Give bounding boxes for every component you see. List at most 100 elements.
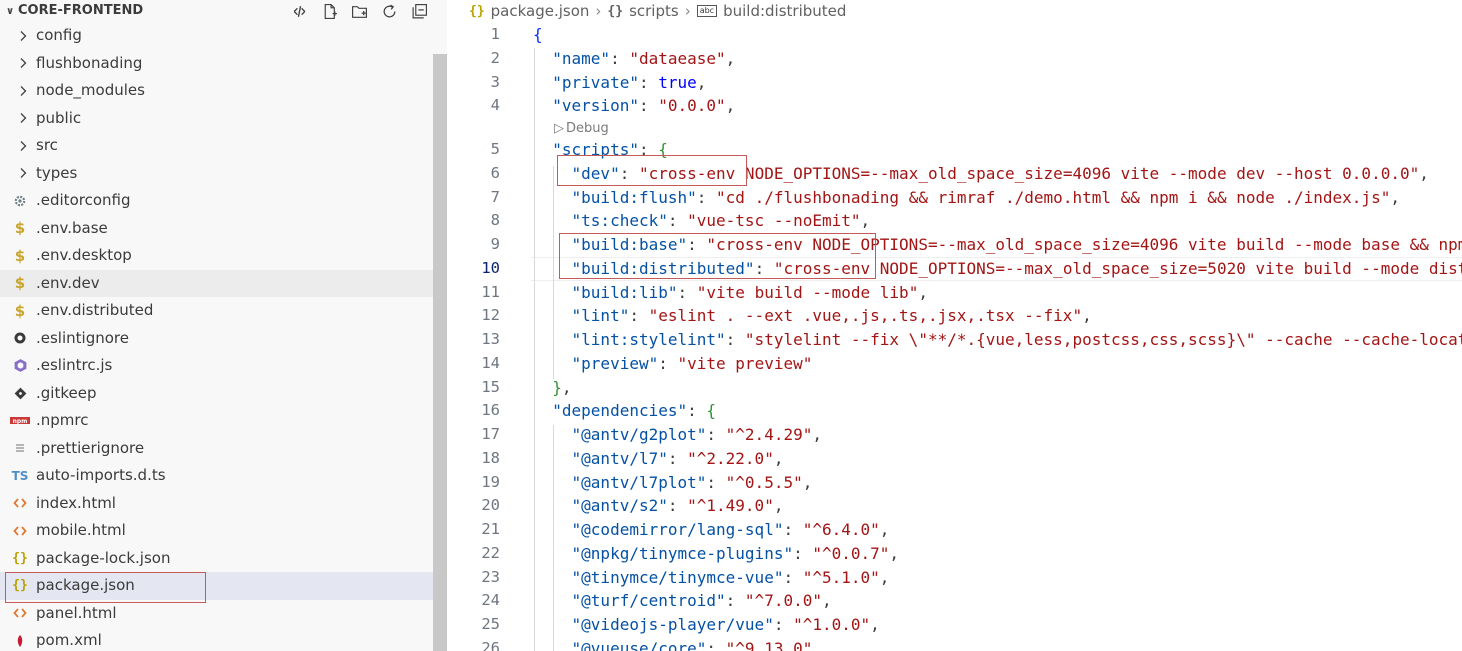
tree-item-label: public (36, 108, 82, 127)
code-line[interactable]: 7 "build:flush": "cd ./flushbonading && … (447, 186, 1462, 210)
code-line[interactable]: 1{ (447, 23, 1462, 47)
new-folder-icon[interactable] (348, 1, 370, 21)
code-token: , (1390, 188, 1400, 207)
breadcrumb-file[interactable]: package.json (491, 2, 590, 20)
code-token: "build:lib" (571, 283, 678, 302)
code-line[interactable]: 22 "@npkg/tinymce-plugins": "^0.0.7", (447, 542, 1462, 566)
code-token: "^2.22.0" (687, 449, 774, 468)
string-icon: abc (696, 5, 718, 17)
tree-file[interactable]: npm .npmrc (0, 407, 447, 435)
tree-file[interactable]: .editorconfig (0, 187, 447, 215)
line-number: 1 (490, 25, 500, 43)
code-text: }, (533, 376, 572, 400)
tree-file[interactable]: .eslintrc.js (0, 352, 447, 380)
refresh-icon[interactable] (378, 1, 400, 21)
explorer-scrollbar[interactable] (433, 54, 447, 651)
code-line[interactable]: 13 "lint:stylelint": "stylelint --fix \"… (447, 328, 1462, 352)
code-line[interactable]: 4 "version": "0.0.0", (447, 94, 1462, 118)
tree-file[interactable]: mobile.html (0, 517, 447, 545)
code-line[interactable]: 11 "build:lib": "vite build --mode lib", (447, 281, 1462, 305)
code-token: "^7.0.0" (744, 591, 822, 610)
code-token: , (812, 639, 822, 651)
code-token: "lint" (571, 306, 630, 325)
tree-folder[interactable]: flushbonading (0, 50, 447, 78)
tree-file[interactable]: $ .env.base (0, 215, 447, 243)
tree-item-label: mobile.html (36, 521, 126, 539)
source-control-icon[interactable] (288, 1, 310, 21)
code-line[interactable]: 24 "@turf/centroid": "^7.0.0", (447, 589, 1462, 613)
code-token: "vite build --mode lib" (696, 283, 919, 302)
code-token: , (802, 473, 813, 492)
tree-file[interactable]: $ .env.dev (0, 269, 447, 297)
git-icon (10, 380, 30, 407)
tree-file[interactable]: panel.html (0, 600, 447, 628)
code-text: "@antv/l7": "^2.22.0", (533, 447, 784, 471)
html-icon (10, 600, 30, 627)
new-file-icon[interactable] (318, 1, 340, 21)
code-line[interactable]: 2 "name": "dataease", (447, 47, 1462, 71)
tree-folder[interactable]: node_modules (0, 77, 447, 105)
code-line[interactable]: 21 "@codemirror/lang-sql": "^6.4.0", (447, 518, 1462, 542)
tree-file[interactable]: .gitkeep (0, 380, 447, 408)
collapse-all-icon[interactable] (408, 1, 430, 21)
code-token: "ts:check" (571, 211, 668, 230)
tree-folder[interactable]: src (0, 132, 447, 160)
tree-item-label: .npmrc (36, 411, 89, 429)
code-line[interactable]: 20 "@antv/s2": "^1.49.0", (447, 494, 1462, 518)
code-line[interactable]: 25 "@videojs-player/vue": "^1.0.0", (447, 613, 1462, 637)
tree-item-label: package-lock.json (36, 548, 171, 567)
tree-item-label: .env.dev (36, 273, 100, 292)
tree-file[interactable]: index.html (0, 490, 447, 518)
tree-file[interactable]: .eslintignore (0, 325, 447, 353)
code-token: : (677, 283, 697, 302)
code-token: "@antv/g2plot" (571, 425, 707, 444)
breadcrumb-item[interactable]: build:distributed (723, 2, 846, 20)
explorer-title-label: CORE-FRONTEND (18, 3, 144, 18)
code-line[interactable]: 23 "@tinymce/tinymce-vue": "^5.1.0", (447, 566, 1462, 590)
tree-file[interactable]: .prettierignore (0, 435, 447, 463)
code-token: : (706, 639, 726, 651)
line-number: 7 (490, 188, 500, 206)
code-line[interactable]: 8 "ts:check": "vue-tsc --noEmit", (447, 209, 1462, 233)
code-text: "@codemirror/lang-sql": "^6.4.0", (533, 518, 890, 542)
code-line[interactable]: 14 "preview": "vite preview" (447, 352, 1462, 376)
tree-file[interactable]: {} package-lock.json (0, 545, 447, 573)
indent-guide (534, 48, 535, 651)
tree-folder[interactable]: config (0, 22, 447, 50)
tree-folder[interactable]: types (0, 160, 447, 188)
code-line[interactable]: 18 "@antv/l7": "^2.22.0", (447, 447, 1462, 471)
explorer-header: ∨ CORE-FRONTEND (0, 0, 447, 22)
code-line[interactable]: 17 "@antv/g2plot": "^2.4.29", (447, 423, 1462, 447)
code-token: "^2.4.29" (725, 425, 813, 444)
codelens-debug[interactable]: ▷ Debug (554, 120, 609, 138)
chevron-right-icon (15, 105, 31, 132)
code-line[interactable]: 3 "private": true, (447, 71, 1462, 95)
tree-file[interactable]: TS auto-imports.d.ts (0, 462, 447, 490)
line-number: 16 (481, 401, 500, 419)
code-line[interactable]: 19 "@antv/l7plot": "^0.5.5", (447, 471, 1462, 495)
code-line[interactable]: 15 }, (447, 376, 1462, 400)
tree-folder[interactable]: public (0, 105, 447, 133)
code-token: , (561, 378, 572, 397)
tree-file[interactable]: $ .env.distributed (0, 297, 447, 325)
code-token: : (783, 520, 803, 539)
code-token: "eslint . --ext .vue,.js,.ts,.jsx,.tsx -… (648, 306, 1083, 325)
code-token: : (610, 49, 630, 68)
line-number: 5 (490, 140, 500, 158)
code-token: "stylelint --fix \"**/*.{vue,less,postcs… (744, 330, 1462, 349)
code-line[interactable]: 16 "dependencies": { (447, 399, 1462, 423)
chevron-right-icon (15, 22, 31, 49)
code-token: { (533, 25, 543, 44)
tree-item-label: .eslintrc.js (36, 356, 113, 374)
line-number: 11 (481, 283, 500, 301)
code-line[interactable]: 12 "lint": "eslint . --ext .vue,.js,.ts,… (447, 304, 1462, 328)
explorer-title[interactable]: ∨ CORE-FRONTEND (6, 3, 143, 18)
tree-item-label: src (36, 136, 58, 154)
code-token: , (889, 544, 900, 563)
code-line[interactable]: 26 "@vueuse/core": "^9.13.0", (447, 637, 1462, 651)
code-token: "@antv/l7" (571, 449, 668, 468)
tree-file[interactable]: $ .env.desktop (0, 242, 447, 270)
breadcrumb-section[interactable]: scripts (629, 2, 679, 20)
tree-file[interactable]: pom.xml (0, 627, 447, 651)
